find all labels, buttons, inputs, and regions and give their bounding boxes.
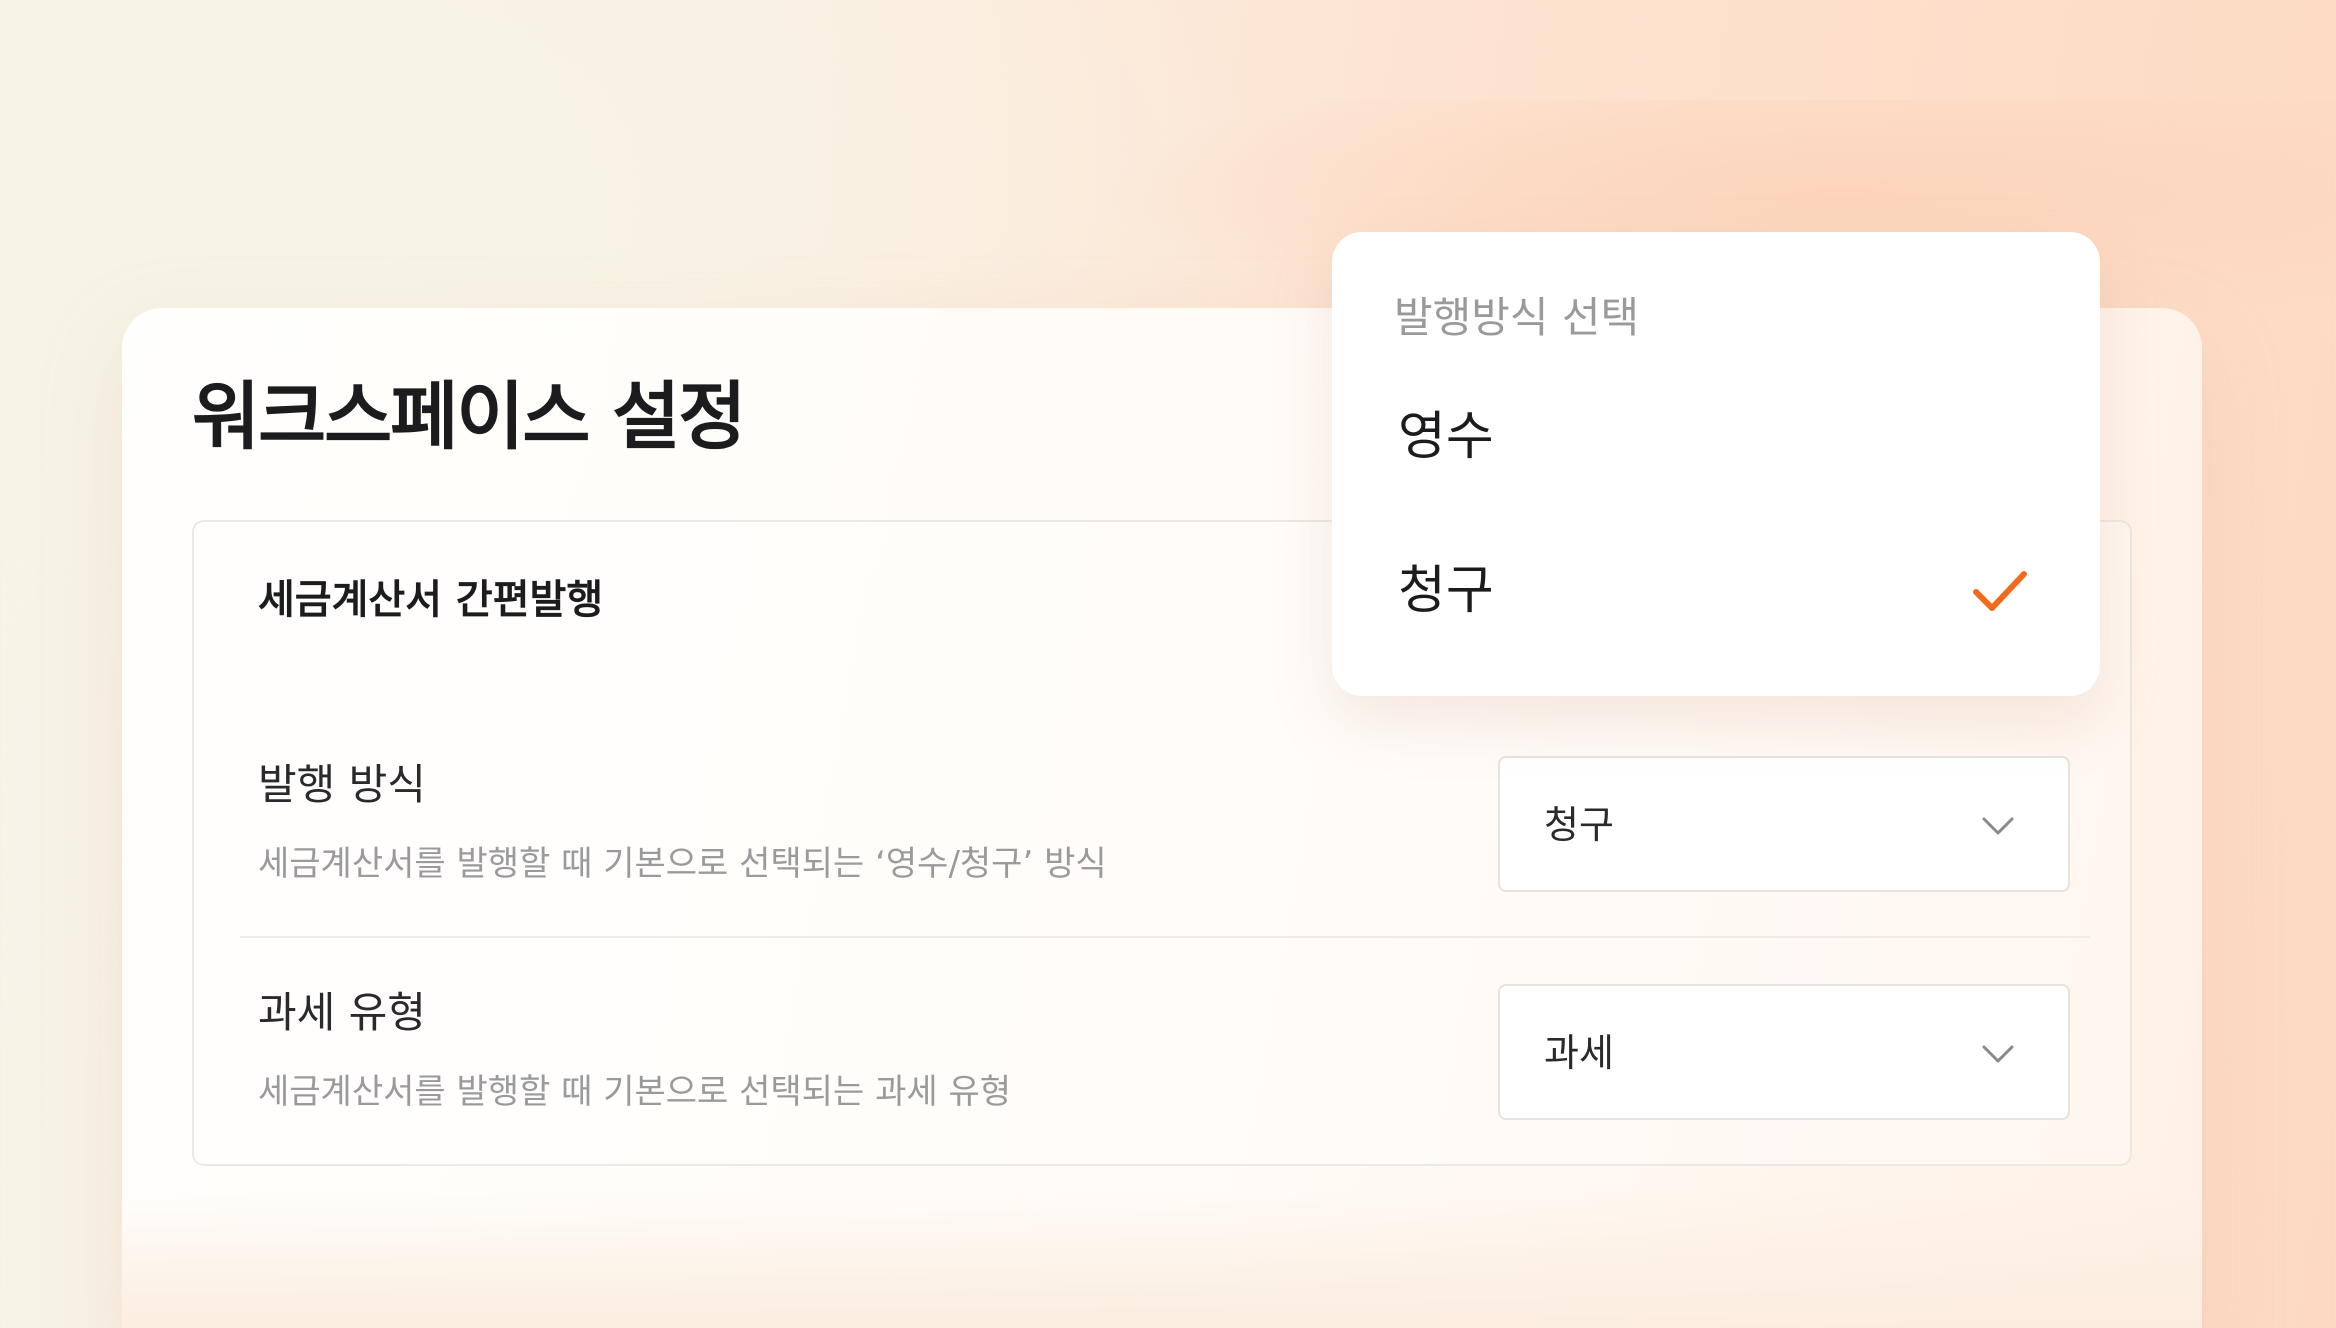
dropdown-option-receipt[interactable]: 영수 bbox=[1332, 374, 2100, 494]
issue-method-description: 세금계산서를 발행할 때 기본으로 선택되는 ‘영수/청구’ 방식 bbox=[258, 844, 1107, 884]
divider bbox=[240, 936, 2090, 938]
tax-type-label: 과세 유형 bbox=[258, 988, 426, 1037]
check-icon bbox=[1973, 571, 2027, 611]
page-title: 워크스페이스 설정 bbox=[192, 374, 746, 460]
issue-method-dropdown: 발행방식 선택 영수 청구 bbox=[1332, 232, 2100, 696]
dropdown-option-claim[interactable]: 청구 bbox=[1332, 528, 2100, 648]
chevron-down-icon bbox=[1982, 1045, 2014, 1063]
option-label: 영수 bbox=[1398, 407, 1494, 467]
issue-method-label: 발행 방식 bbox=[258, 760, 426, 809]
dropdown-title: 발행방식 선택 bbox=[1394, 293, 1640, 342]
bottom-fade bbox=[122, 1190, 2202, 1328]
tax-type-description: 세금계산서를 발행할 때 기본으로 선택되는 과세 유형 bbox=[258, 1072, 1012, 1112]
issue-method-select[interactable]: 청구 bbox=[1498, 756, 2070, 892]
chevron-down-icon bbox=[1982, 817, 2014, 835]
section-title: 세금계산서 간편발행 bbox=[258, 577, 604, 623]
tax-type-select-value: 과세 bbox=[1544, 1031, 1614, 1075]
tax-type-select[interactable]: 과세 bbox=[1498, 984, 2070, 1120]
issue-method-select-value: 청구 bbox=[1544, 803, 1614, 847]
option-label: 청구 bbox=[1398, 561, 1494, 621]
